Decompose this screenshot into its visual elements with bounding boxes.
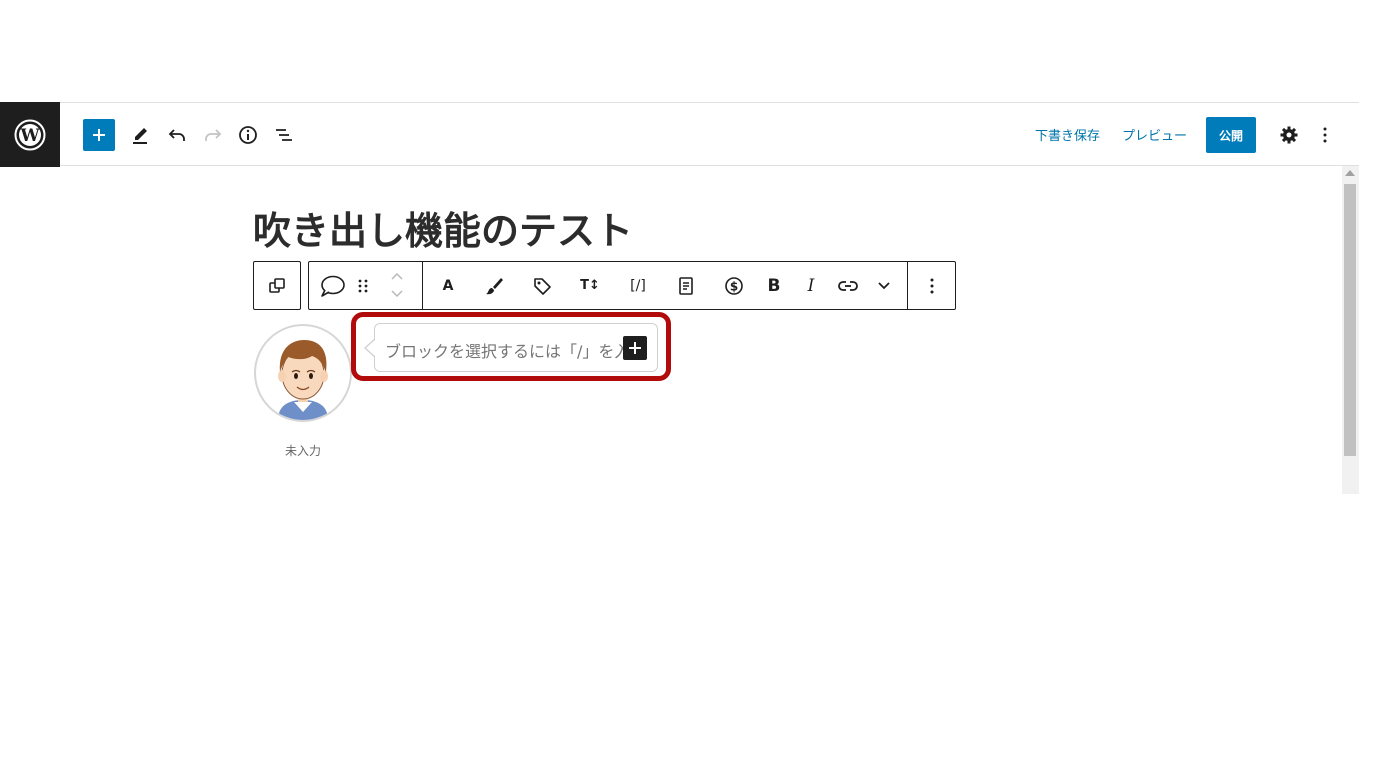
wordpress-icon: W [14,119,46,150]
chevron-up-icon [391,272,403,280]
tools-button[interactable] [124,119,156,151]
tag-button[interactable] [527,262,557,309]
document-button[interactable] [671,262,701,309]
annotation-highlight-frame [351,312,671,381]
preview-button[interactable]: プレビュー [1122,125,1187,144]
list-view-button[interactable] [268,119,300,151]
link-icon [838,280,858,291]
drag-handle[interactable] [351,262,375,309]
drag-handle-icon [358,279,368,292]
bold-button[interactable]: B [761,262,787,309]
chevron-down-icon [391,290,403,298]
move-down-button[interactable] [385,286,409,302]
wordpress-logo-button[interactable]: W [0,102,60,167]
info-icon [239,126,257,144]
dollar-icon: $ [725,276,743,295]
editor-header: W 下書き保存 プレビュー 公開 [0,102,1359,167]
pencil-icon [133,128,147,144]
plus-icon [93,129,105,141]
save-draft-button[interactable]: 下書き保存 [1035,125,1100,144]
options-button[interactable] [1309,119,1341,151]
highlight-button[interactable] [479,262,509,309]
scroll-up-arrow-icon[interactable] [1345,170,1355,176]
scrollbar-thumb[interactable] [1344,184,1356,456]
avatar[interactable] [254,324,352,422]
shortcode-button[interactable]: [/] [623,262,653,309]
speech-bubble-icon [321,275,345,297]
move-up-button[interactable] [385,268,409,284]
speaker-avatar-image [278,340,328,420]
chevron-down-icon [878,281,890,289]
more-vertical-icon [1323,127,1327,143]
font-size-button[interactable]: T↕ [575,262,605,309]
list-view-icon [276,129,292,141]
settings-button[interactable] [1273,119,1305,151]
parent-block-icon [269,277,285,293]
undo-icon [168,129,185,141]
text-color-button[interactable]: A [433,262,463,309]
brush-icon [486,277,503,294]
more-vertical-icon [930,278,934,293]
dollar-button[interactable]: $ [719,262,749,309]
svg-text:$: $ [730,279,738,293]
publish-button[interactable]: 公開 [1206,117,1256,153]
details-button[interactable] [232,119,264,151]
post-title[interactable]: 吹き出し機能のテスト [253,200,633,255]
select-parent-block-button[interactable] [253,261,301,310]
redo-icon [205,129,222,141]
redo-button[interactable] [197,119,229,151]
add-block-button[interactable] [83,119,115,151]
document-icon [679,276,693,295]
block-type-button[interactable] [317,262,347,309]
tag-icon [534,277,551,295]
gear-icon [1280,126,1298,144]
link-button[interactable] [833,262,863,309]
italic-button[interactable]: I [799,262,823,309]
svg-text:W: W [19,126,40,146]
block-options-button[interactable] [915,262,949,309]
more-rich-text-button[interactable] [869,262,899,309]
speaker-name[interactable]: 未入力 [254,442,352,459]
block-toolbar: A T↕ [/] $ B I [308,261,956,310]
undo-button[interactable] [161,119,193,151]
